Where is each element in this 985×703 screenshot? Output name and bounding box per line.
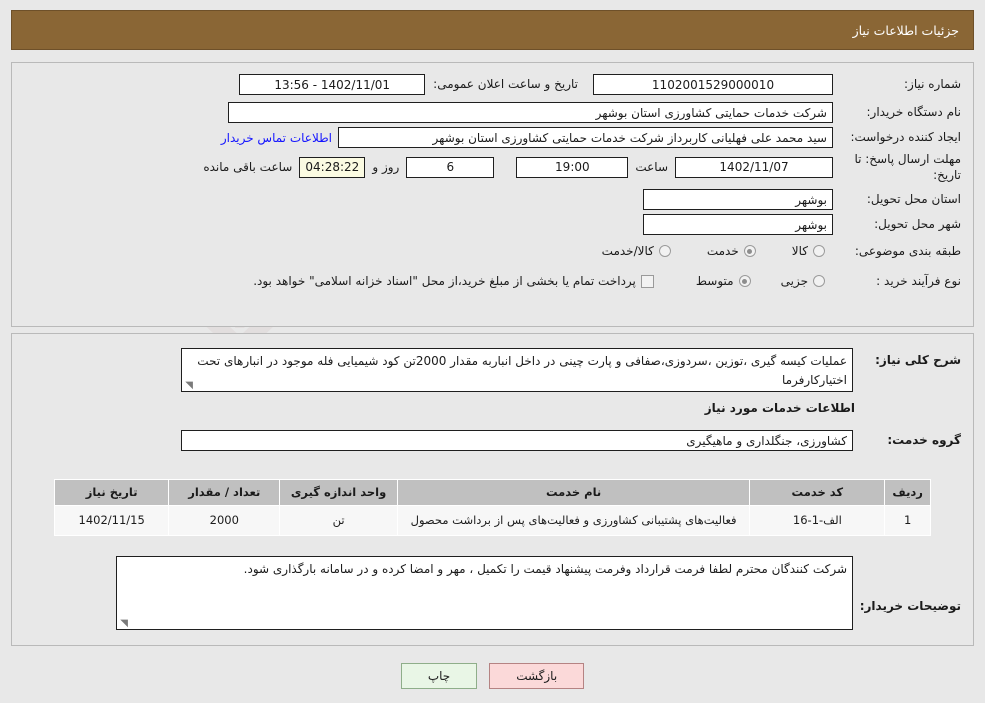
col-quantity: تعداد / مقدار	[168, 479, 281, 506]
province-label: استان محل تحویل:	[866, 192, 961, 207]
days-value: 6	[406, 156, 495, 178]
header-bar: جزئیات اطلاعات نیاز	[11, 10, 974, 50]
purchase-type-row: نوع فرآیند خرید : جزیی متوسط پرداخت تمام…	[253, 273, 961, 289]
announce-datetime-row: تاریخ و ساعت اعلان عمومی: 1402/11/01 - 1…	[239, 74, 578, 95]
category-row: طبقه بندی موضوعی: کالا خدمت کالا/خدمت	[602, 243, 961, 259]
city-value: بوشهر	[643, 214, 833, 235]
resize-grip-icon-2[interactable]: ◥	[119, 619, 128, 629]
radio-kala-khedmat[interactable]	[658, 245, 671, 258]
buyer-notes-label: توضیحات خریدار:	[859, 599, 961, 613]
requester-row: ایجاد کننده درخواست: سید محمد علی فهلیان…	[221, 127, 961, 148]
announce-datetime-label: تاریخ و ساعت اعلان عمومی:	[433, 77, 578, 92]
general-desc-value[interactable]: عملیات کیسه گیری ،توزین ،سردوزی،صفافی و …	[181, 348, 853, 392]
category-option-0[interactable]: کالا	[792, 244, 825, 258]
need-number-value: 1102001529000010	[593, 74, 833, 95]
service-group-row: گروه خدمت: کشاورزی، جنگلداری و ماهیگیری	[181, 430, 961, 451]
buyer-notes-row: توضیحات خریدار: شرکت کنندگان محترم لطفا …	[116, 556, 961, 630]
deadline-date-value: 1402/11/07	[675, 156, 833, 178]
service-group-label: گروه خدمت:	[887, 433, 961, 448]
province-value: بوشهر	[643, 189, 833, 210]
cell-code: الف-1-16	[749, 504, 886, 536]
cell-unit: تن	[279, 504, 398, 536]
page-title: جزئیات اطلاعات نیاز	[852, 22, 959, 38]
purchase-option-0[interactable]: جزیی	[781, 274, 825, 288]
cell-need-date: 1402/11/15	[53, 504, 170, 536]
table-header-row: ردیف کد خدمت نام خدمت واحد اندازه گیری ت…	[53, 479, 931, 506]
announce-datetime-value: 1402/11/01 - 13:56	[239, 74, 426, 95]
need-number-label: شماره نیاز:	[904, 77, 961, 92]
need-info-panel: شماره نیاز: 1102001529000010 تاریخ و ساع…	[11, 62, 974, 327]
province-row: استان محل تحویل: بوشهر	[643, 189, 961, 210]
col-unit: واحد اندازه گیری	[279, 479, 398, 506]
requester-label: ایجاد کننده درخواست:	[850, 130, 961, 145]
col-name: نام خدمت	[396, 479, 751, 506]
remaining-label: ساعت باقی مانده	[203, 160, 293, 175]
purchase-option-1[interactable]: متوسط	[696, 274, 751, 288]
radio-jozei[interactable]	[813, 275, 825, 288]
purchase-option-1-label: متوسط	[695, 274, 734, 289]
general-desc-label: شرح کلی نیاز:	[875, 353, 961, 367]
services-table: ردیف کد خدمت نام خدمت واحد اندازه گیری ت…	[53, 479, 931, 536]
buyer-notes-text: شرکت کنندگان محترم لطفا فرمت قرارداد وفر…	[243, 562, 847, 576]
purchase-type-label: نوع فرآیند خرید :	[876, 274, 961, 288]
city-row: شهر محل تحویل: بوشهر	[643, 214, 961, 235]
print-button[interactable]: چاپ	[400, 663, 478, 689]
requester-value: سید محمد علی فهلیانی کاربرداز شرکت خدمات…	[338, 127, 833, 148]
deadline-row: مهلت ارسال پاسخ: تا تاریخ: 1402/11/07 سا…	[203, 151, 961, 183]
cell-index: 1	[884, 504, 931, 536]
services-heading: اطلاعات خدمات مورد نیاز	[704, 401, 855, 415]
radio-motevaset[interactable]	[738, 275, 751, 288]
resize-grip-icon[interactable]: ◥	[184, 381, 193, 391]
city-label: شهر محل تحویل:	[874, 217, 961, 232]
buyer-org-value: شرکت خدمات حمایتی کشاورزی استان بوشهر	[228, 102, 833, 123]
back-button[interactable]: بازگشت	[489, 663, 585, 689]
category-option-2[interactable]: کالا/خدمت	[602, 244, 671, 258]
purchase-option-0-label: جزیی	[780, 274, 808, 289]
page-root: AriaTender.net جزئیات اطلاعات نیاز شماره…	[0, 0, 985, 703]
deadline-label: مهلت ارسال پاسخ: تا تاریخ:	[854, 152, 961, 183]
deadline-time-value: 19:00	[516, 156, 629, 178]
treasury-checkbox-label: پرداخت تمام یا بخشی از مبلغ خرید،از محل …	[253, 274, 636, 289]
buyer-org-label: نام دستگاه خریدار:	[866, 105, 962, 120]
buyer-contact-link[interactable]: اطلاعات تماس خریدار	[221, 131, 332, 145]
treasury-checkbox[interactable]	[640, 274, 654, 288]
days-label: روز و	[372, 160, 400, 175]
buyer-org-row: نام دستگاه خریدار: شرکت خدمات حمایتی کشا…	[228, 102, 961, 123]
service-group-value: کشاورزی، جنگلداری و ماهیگیری	[181, 430, 853, 451]
table-row: 1 الف-1-16 فعالیت‌های پشتیبانی کشاورزی و…	[53, 504, 931, 536]
button-bar: بازگشت چاپ	[0, 663, 985, 689]
hour-label: ساعت	[635, 160, 668, 175]
category-option-0-label: کالا	[791, 244, 808, 259]
col-index: ردیف	[884, 479, 931, 506]
radio-khedmat[interactable]	[743, 245, 756, 258]
cell-quantity: 2000	[168, 504, 281, 536]
category-option-2-label: کالا/خدمت	[601, 244, 654, 259]
col-need-date: تاریخ نیاز	[53, 479, 170, 506]
category-option-1[interactable]: خدمت	[707, 244, 756, 258]
cell-name: فعالیت‌های پشتیبانی کشاورزی و فعالیت‌های…	[396, 504, 751, 536]
services-table-wrap: ردیف کد خدمت نام خدمت واحد اندازه گیری ت…	[53, 479, 931, 536]
need-number-row: شماره نیاز: 1102001529000010	[593, 74, 961, 95]
countdown-value: 04:28:22	[299, 156, 366, 178]
buyer-notes-value[interactable]: شرکت کنندگان محترم لطفا فرمت قرارداد وفر…	[116, 556, 853, 630]
category-label: طبقه بندی موضوعی:	[854, 244, 961, 258]
col-code: کد خدمت	[749, 479, 886, 506]
category-option-1-label: خدمت	[706, 244, 739, 259]
treasury-checkbox-group[interactable]: پرداخت تمام یا بخشی از مبلغ خرید،از محل …	[253, 274, 654, 288]
radio-kala[interactable]	[813, 245, 825, 258]
general-desc-text: عملیات کیسه گیری ،توزین ،سردوزی،صفافی و …	[197, 354, 847, 387]
general-desc-row: شرح کلی نیاز: عملیات کیسه گیری ،توزین ،س…	[181, 348, 961, 392]
service-details-panel: شرح کلی نیاز: عملیات کیسه گیری ،توزین ،س…	[11, 333, 974, 646]
